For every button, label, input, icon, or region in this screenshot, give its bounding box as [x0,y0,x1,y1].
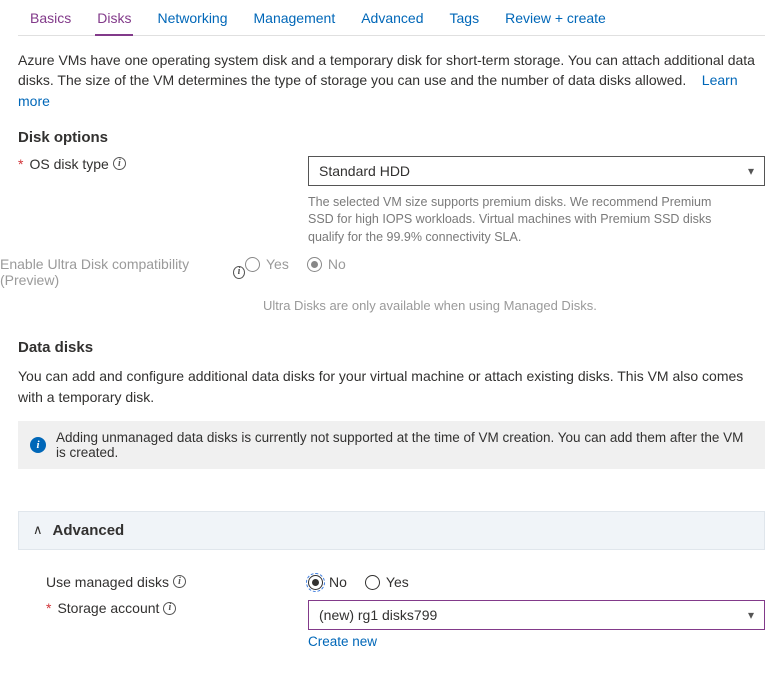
tab-basics[interactable]: Basics [28,4,73,35]
info-icon[interactable]: i [113,157,126,170]
radio-yes-label: Yes [386,574,409,590]
required-marker: * [18,156,23,172]
ultra-disk-label: Enable Ultra Disk compatibility (Preview… [0,256,229,288]
os-disk-type-label: OS disk type [29,156,108,172]
info-banner: i Adding unmanaged data disks is current… [18,421,765,469]
tab-management[interactable]: Management [252,4,338,35]
radio-no [307,257,322,272]
disk-options-heading: Disk options [18,129,765,146]
radio-no-label: No [328,256,346,272]
use-managed-disks-label: Use managed disks [46,574,169,590]
managed-disks-radio-group: No Yes [308,574,421,590]
data-disks-heading: Data disks [18,339,765,356]
use-managed-disks-row: Use managed disks i No Yes [18,574,765,591]
storage-account-select[interactable]: (new) rg1 disks799 ▾ [308,600,765,630]
tab-tags[interactable]: Tags [448,4,482,35]
radio-yes [245,257,260,272]
info-icon[interactable]: i [173,575,186,588]
data-disks-body: You can add and configure additional dat… [18,366,765,407]
storage-account-row: * Storage account i (new) rg1 disks799 ▾… [18,600,765,649]
tab-disks[interactable]: Disks [95,4,133,36]
info-banner-text: Adding unmanaged data disks is currently… [56,430,753,460]
radio-yes-label: Yes [266,256,289,272]
create-new-link[interactable]: Create new [308,634,377,649]
storage-account-value: (new) rg1 disks799 [319,607,437,623]
ultra-disk-radio-group: Yes No [245,256,358,272]
required-marker: * [46,600,51,616]
intro-body: Azure VMs have one operating system disk… [18,52,755,88]
intro-text: Azure VMs have one operating system disk… [18,50,765,111]
os-disk-type-value: Standard HDD [319,163,410,179]
info-icon[interactable]: i [163,602,176,615]
os-disk-type-hint: The selected VM size supports premium di… [308,194,738,247]
chevron-up-icon: ∧ [33,522,43,538]
tab-advanced[interactable]: Advanced [359,4,425,35]
tab-bar: Basics Disks Networking Management Advan… [18,0,765,36]
info-icon[interactable]: i [233,266,245,279]
info-icon: i [30,437,46,453]
advanced-toggle[interactable]: ∧ Advanced [18,511,765,550]
tab-review-create[interactable]: Review + create [503,4,608,35]
os-disk-type-select[interactable]: Standard HDD ▾ [308,156,765,186]
advanced-title: Advanced [53,522,125,539]
radio-no-label: No [329,574,347,590]
os-disk-type-row: * OS disk type i Standard HDD ▾ The sele… [18,156,765,247]
tab-networking[interactable]: Networking [155,4,229,35]
ultra-disk-row: Enable Ultra Disk compatibility (Preview… [0,256,765,288]
chevron-down-icon: ▾ [748,608,754,622]
ultra-disk-note: Ultra Disks are only available when usin… [263,298,765,313]
advanced-panel: Use managed disks i No Yes * Storage acc… [18,550,765,650]
chevron-down-icon: ▾ [748,164,754,178]
radio-yes[interactable] [365,575,380,590]
storage-account-label: Storage account [57,600,159,616]
radio-no[interactable] [308,575,323,590]
